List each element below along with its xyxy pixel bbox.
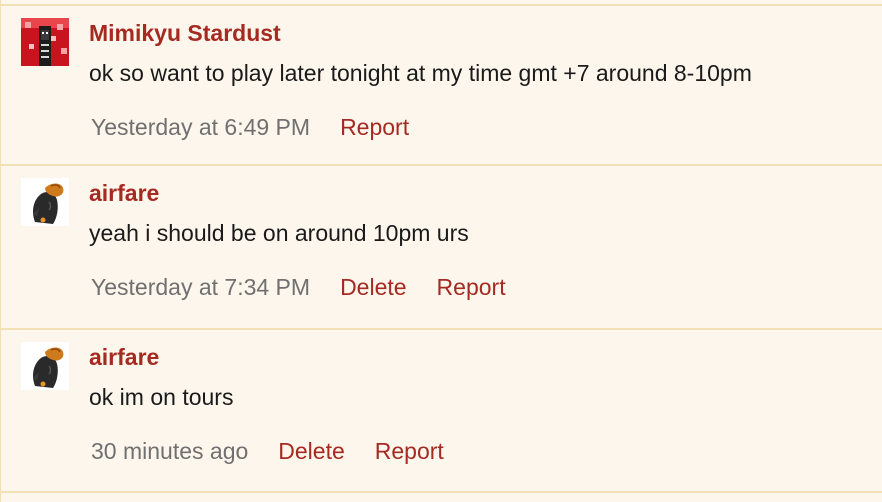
timestamp[interactable]: Yesterday at 6:49 PM xyxy=(91,114,310,140)
pixel-art-avatar-icon xyxy=(21,18,69,66)
report-button[interactable]: Report xyxy=(340,114,409,140)
chibi-character-avatar-icon xyxy=(21,342,69,390)
delete-button[interactable]: Delete xyxy=(278,438,344,464)
report-button[interactable]: Report xyxy=(375,438,444,464)
report-button[interactable]: Report xyxy=(437,274,506,300)
comment-meta: Yesterday at 6:49 PM Report xyxy=(91,114,439,141)
avatar[interactable] xyxy=(21,178,69,226)
chibi-character-avatar-icon xyxy=(21,178,69,226)
username[interactable]: airfare xyxy=(89,344,159,371)
comment-item: Mimikyu Stardust ok so want to play late… xyxy=(1,4,882,166)
avatar[interactable] xyxy=(21,18,69,66)
delete-button[interactable]: Delete xyxy=(340,274,406,300)
comment-meta: 30 minutes ago Delete Report xyxy=(91,438,474,465)
comment-thread: Mimikyu Stardust ok so want to play late… xyxy=(0,0,882,502)
comment-text: yeah i should be on around 10pm urs xyxy=(89,220,469,246)
timestamp[interactable]: 30 minutes ago xyxy=(91,438,248,464)
comment-meta: Yesterday at 7:34 PM Delete Report xyxy=(91,274,536,301)
username[interactable]: airfare xyxy=(89,180,159,207)
timestamp[interactable]: Yesterday at 7:34 PM xyxy=(91,274,310,300)
avatar[interactable] xyxy=(21,342,69,390)
username[interactable]: Mimikyu Stardust xyxy=(89,20,281,47)
comment-item: airfare yeah i should be on around 10pm … xyxy=(1,166,882,330)
comment-item: airfare ok im on tours 30 minutes ago Del… xyxy=(1,330,882,493)
comment-text: ok im on tours xyxy=(89,384,234,410)
comment-text: ok so want to play later tonight at my t… xyxy=(89,60,752,86)
